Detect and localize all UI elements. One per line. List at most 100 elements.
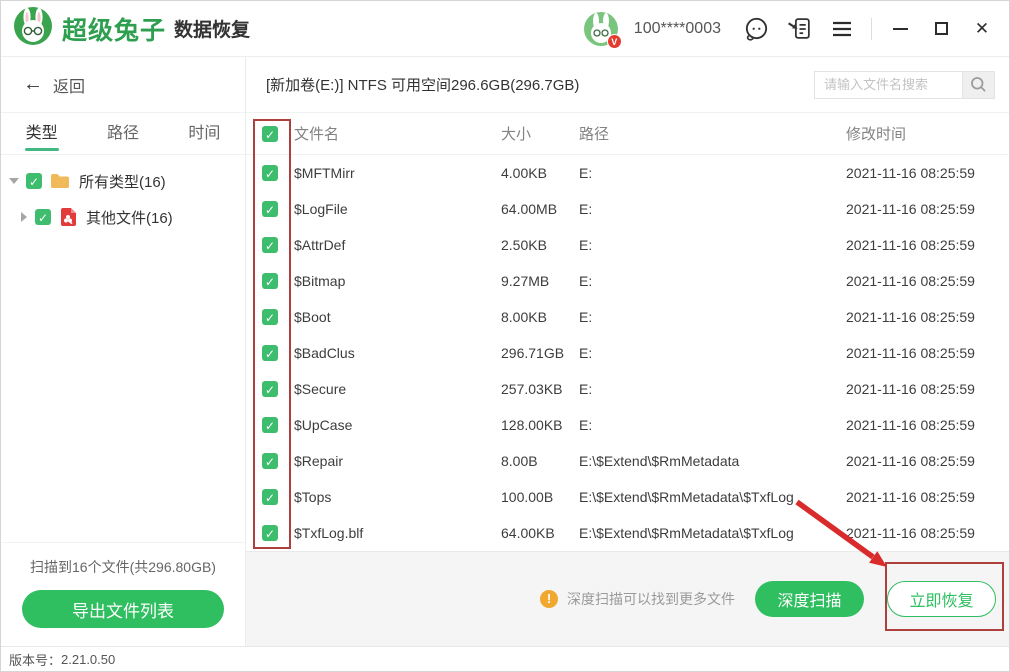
sidebar-bottom: 扫描到16个文件(共296.80GB) 导出文件列表 (1, 542, 245, 646)
search-icon (970, 76, 987, 93)
tab-time[interactable]: 时间 (164, 113, 245, 154)
table-row[interactable]: $Repair 8.00B E:\$Extend\$RmMetadata 202… (246, 443, 1009, 479)
maximize-button[interactable] (928, 16, 954, 42)
cell-path: E: (579, 273, 846, 289)
file-table-header: 文件名 大小 路径 修改时间 (246, 113, 1009, 155)
header-divider (871, 18, 872, 40)
tree-checkbox[interactable] (35, 209, 51, 225)
cell-modified: 2021-11-16 08:25:59 (846, 309, 1009, 325)
volume-bar: [新加卷(E:)] NTFS 可用空间296.6GB(296.7GB) (246, 57, 1009, 113)
cell-modified: 2021-11-16 08:25:59 (846, 201, 1009, 217)
table-row[interactable]: $UpCase 128.00KB E: 2021-11-16 08:25:59 (246, 407, 1009, 443)
cell-path: E:\$Extend\$RmMetadata (579, 453, 846, 469)
cell-modified: 2021-11-16 08:25:59 (846, 345, 1009, 361)
rabbit-logo-icon (13, 6, 53, 51)
cell-size: 9.27MB (501, 273, 579, 289)
row-checkbox[interactable] (262, 345, 278, 361)
tab-path[interactable]: 路径 (82, 113, 163, 154)
cell-file-name: $BadClus (294, 345, 501, 361)
deep-scan-button[interactable]: 深度扫描 (755, 581, 864, 617)
column-header-modified: 修改时间 (846, 123, 1009, 144)
row-checkbox[interactable] (262, 237, 278, 253)
brand-suffix: 数据恢复 (174, 15, 250, 42)
recover-now-button[interactable]: 立即恢复 (887, 581, 996, 617)
volume-info: [新加卷(E:)] NTFS 可用空间296.6GB(296.7GB) (266, 74, 579, 95)
search-input[interactable] (814, 71, 962, 99)
table-row[interactable]: $Tops 100.00B E:\$Extend\$RmMetadata\$Tx… (246, 479, 1009, 515)
back-arrow-icon (23, 73, 43, 96)
minimize-button[interactable] (887, 16, 913, 42)
cell-file-name: $Tops (294, 489, 501, 505)
maximize-icon (935, 22, 948, 35)
other-files-icon (59, 207, 77, 227)
title-bar: 超级兔子 数据恢复 V 100****0003 (1, 1, 1009, 57)
row-checkbox[interactable] (262, 381, 278, 397)
cell-file-name: $Secure (294, 381, 501, 397)
cell-modified: 2021-11-16 08:25:59 (846, 525, 1009, 541)
avatar[interactable]: V (583, 11, 619, 47)
tree-item-label: 其他文件(16) (86, 207, 173, 228)
cell-size: 100.00B (501, 489, 579, 505)
row-checkbox[interactable] (262, 273, 278, 289)
feedback-icon[interactable] (785, 15, 813, 43)
row-checkbox[interactable] (262, 309, 278, 325)
cell-size: 296.71GB (501, 345, 579, 361)
tree-item-all-types[interactable]: 所有类型(16) (1, 163, 245, 199)
table-row[interactable]: $MFTMirr 4.00KB E: 2021-11-16 08:25:59 (246, 155, 1009, 191)
row-checkbox[interactable] (262, 525, 278, 541)
table-row[interactable]: $Secure 257.03KB E: 2021-11-16 08:25:59 (246, 371, 1009, 407)
main-panel: [新加卷(E:)] NTFS 可用空间296.6GB(296.7GB) 文件名 … (246, 57, 1009, 646)
search-button[interactable] (962, 71, 995, 99)
cell-file-name: $MFTMirr (294, 165, 501, 181)
column-header-path: 路径 (579, 123, 846, 144)
table-row[interactable]: $AttrDef 2.50KB E: 2021-11-16 08:25:59 (246, 227, 1009, 263)
cell-modified: 2021-11-16 08:25:59 (846, 381, 1009, 397)
table-row[interactable]: $BadClus 296.71GB E: 2021-11-16 08:25:59 (246, 335, 1009, 371)
cell-modified: 2021-11-16 08:25:59 (846, 453, 1009, 469)
table-row[interactable]: $TxfLog.blf 64.00KB E:\$Extend\$RmMetada… (246, 515, 1009, 551)
menu-icon[interactable] (828, 15, 856, 43)
row-checkbox[interactable] (262, 489, 278, 505)
cell-size: 257.03KB (501, 381, 579, 397)
cell-modified: 2021-11-16 08:25:59 (846, 417, 1009, 433)
version-label: 版本号： (9, 650, 61, 669)
row-checkbox[interactable] (262, 417, 278, 433)
cell-path: E: (579, 201, 846, 217)
tab-type[interactable]: 类型 (1, 113, 82, 154)
caret-right-icon[interactable] (21, 212, 27, 222)
tip-text: 深度扫描可以找到更多文件 (567, 589, 735, 609)
cell-size: 64.00KB (501, 525, 579, 541)
vip-badge-icon: V (607, 34, 622, 49)
table-row[interactable]: $Boot 8.00KB E: 2021-11-16 08:25:59 (246, 299, 1009, 335)
cell-modified: 2021-11-16 08:25:59 (846, 237, 1009, 253)
file-table-body: $MFTMirr 4.00KB E: 2021-11-16 08:25:59 $… (246, 155, 1009, 551)
cell-path: E: (579, 345, 846, 361)
cell-file-name: $AttrDef (294, 237, 501, 253)
tree-checkbox[interactable] (26, 173, 42, 189)
export-file-list-button[interactable]: 导出文件列表 (22, 590, 224, 628)
action-bar: 深度扫描可以找到更多文件 深度扫描 立即恢复 (246, 551, 1009, 646)
brand-name: 超级兔子 (62, 11, 166, 47)
cell-path: E: (579, 237, 846, 253)
back-button[interactable]: 返回 (1, 57, 245, 113)
close-button[interactable] (969, 16, 995, 42)
row-checkbox[interactable] (262, 201, 278, 217)
table-row[interactable]: $LogFile 64.00MB E: 2021-11-16 08:25:59 (246, 191, 1009, 227)
table-row[interactable]: $Bitmap 9.27MB E: 2021-11-16 08:25:59 (246, 263, 1009, 299)
row-checkbox[interactable] (262, 453, 278, 469)
caret-down-icon[interactable] (9, 178, 19, 184)
close-icon (975, 19, 989, 39)
cell-file-name: $TxfLog.blf (294, 525, 501, 541)
column-header-size: 大小 (501, 123, 579, 144)
version-value: 2.21.0.50 (61, 652, 115, 667)
row-checkbox[interactable] (262, 165, 278, 181)
header-actions: V 100****0003 (583, 11, 995, 47)
column-header-name: 文件名 (294, 123, 501, 144)
cell-file-name: $UpCase (294, 417, 501, 433)
customer-service-icon[interactable] (742, 15, 770, 43)
tree-item-other-files[interactable]: 其他文件(16) (1, 199, 245, 235)
cell-size: 4.00KB (501, 165, 579, 181)
select-all-checkbox[interactable] (262, 126, 278, 142)
folder-icon (50, 173, 70, 189)
cell-path: E: (579, 165, 846, 181)
